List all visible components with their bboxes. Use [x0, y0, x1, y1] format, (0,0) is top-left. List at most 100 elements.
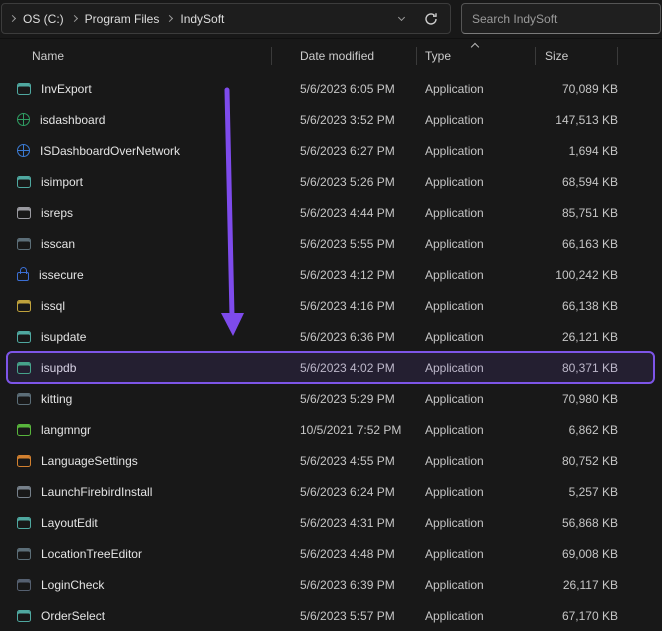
file-date-modified: 5/6/2023 5:55 PM	[272, 237, 417, 251]
file-name: LanguageSettings	[41, 454, 138, 468]
table-row[interactable]: kitting5/6/2023 5:29 PMApplication70,980…	[0, 383, 662, 414]
file-type: Application	[417, 392, 536, 406]
table-row[interactable]: isdashboard5/6/2023 3:52 PMApplication14…	[0, 104, 662, 135]
file-type: Application	[417, 423, 536, 437]
application-icon	[17, 610, 31, 622]
file-name: InvExport	[41, 82, 92, 96]
file-size: 80,752 KB	[536, 454, 618, 468]
table-row[interactable]: InvExport5/6/2023 6:05 PMApplication70,0…	[0, 73, 662, 104]
lock-icon	[17, 272, 29, 281]
file-size: 80,371 KB	[536, 361, 618, 375]
file-name-cell: isupdb	[0, 361, 272, 375]
file-name: isimport	[41, 175, 83, 189]
file-name-cell: issecure	[0, 267, 272, 282]
breadcrumb-item-drive[interactable]: OS (C:)	[23, 12, 64, 26]
file-name-cell: LanguageSettings	[0, 454, 272, 468]
application-icon	[17, 486, 31, 498]
file-type: Application	[417, 330, 536, 344]
file-size: 56,868 KB	[536, 516, 618, 530]
chevron-down-icon[interactable]	[398, 13, 405, 20]
breadcrumb-item-indysoft[interactable]: IndySoft	[180, 12, 224, 26]
table-row[interactable]: LoginCheck5/6/2023 6:39 PMApplication26,…	[0, 569, 662, 600]
file-date-modified: 5/6/2023 4:44 PM	[272, 206, 417, 220]
table-row[interactable]: LanguageSettings5/6/2023 4:55 PMApplicat…	[0, 445, 662, 476]
column-headers: Name Date modified Type Size	[0, 39, 662, 73]
file-date-modified: 5/6/2023 4:48 PM	[272, 547, 417, 561]
file-date-modified: 5/6/2023 3:52 PM	[272, 113, 417, 127]
file-size: 100,242 KB	[536, 268, 618, 282]
file-size: 85,751 KB	[536, 206, 618, 220]
table-row[interactable]: isupdate5/6/2023 6:36 PMApplication26,12…	[0, 321, 662, 352]
file-date-modified: 5/6/2023 5:57 PM	[272, 609, 417, 623]
file-size: 1,694 KB	[536, 144, 618, 158]
column-header-size-label: Size	[545, 49, 568, 63]
column-header-size[interactable]: Size	[536, 39, 618, 73]
table-row[interactable]: isimport5/6/2023 5:26 PMApplication68,59…	[0, 166, 662, 197]
file-name-cell: langmngr	[0, 423, 272, 437]
file-type: Application	[417, 268, 536, 282]
file-name: LoginCheck	[41, 578, 104, 592]
application-icon	[17, 331, 31, 343]
file-date-modified: 5/6/2023 6:24 PM	[272, 485, 417, 499]
table-row[interactable]: issecure5/6/2023 4:12 PMApplication100,2…	[0, 259, 662, 290]
file-date-modified: 5/6/2023 5:29 PM	[272, 392, 417, 406]
file-size: 68,594 KB	[536, 175, 618, 189]
table-row[interactable]: isreps5/6/2023 4:44 PMApplication85,751 …	[0, 197, 662, 228]
table-row[interactable]: LayoutEdit 5/6/2023 4:31 PMApplication56,…	[0, 507, 662, 538]
table-row[interactable]: LaunchFirebirdInstall5/6/2023 6:24 PMApp…	[0, 476, 662, 507]
column-header-date-modified[interactable]: Date modified	[272, 39, 417, 73]
file-name: issql	[41, 299, 65, 313]
file-name: LayoutEdit	[41, 516, 98, 530]
table-row[interactable]: ISDashboardOverNetwork5/6/2023 6:27 PMAp…	[0, 135, 662, 166]
table-row[interactable]: LocationTreeEditor5/6/2023 4:48 PMApplic…	[0, 538, 662, 569]
breadcrumb-item-program-files[interactable]: Program Files	[85, 12, 160, 26]
file-size: 66,138 KB	[536, 299, 618, 313]
file-date-modified: 5/6/2023 6:27 PM	[272, 144, 417, 158]
application-icon	[17, 393, 31, 405]
table-row[interactable]: langmngr10/5/2021 7:52 PMApplication6,86…	[0, 414, 662, 445]
table-row[interactable]: OrderSelect5/6/2023 5:57 PMApplication67…	[0, 600, 662, 631]
file-name-cell: LoginCheck	[0, 578, 272, 592]
globe-icon	[17, 144, 30, 157]
file-date-modified: 5/6/2023 6:36 PM	[272, 330, 417, 344]
file-name: isscan	[41, 237, 75, 251]
file-date-modified: 5/6/2023 4:31 PM	[272, 516, 417, 530]
table-row[interactable]: issql5/6/2023 4:16 PMApplication66,138 K…	[0, 290, 662, 321]
search-box[interactable]	[461, 3, 661, 34]
application-icon	[17, 424, 31, 436]
address-bar[interactable]: OS (C:) Program Files IndySoft	[1, 3, 451, 34]
file-date-modified: 5/6/2023 4:02 PM	[272, 361, 417, 375]
file-name-cell: OrderSelect	[0, 609, 272, 623]
file-type: Application	[417, 361, 536, 375]
application-icon	[17, 176, 31, 188]
file-name: issecure	[39, 268, 84, 282]
column-header-type-label: Type	[425, 49, 451, 63]
column-header-date-label: Date modified	[300, 49, 374, 63]
application-icon	[17, 579, 31, 591]
file-name: isdashboard	[40, 113, 105, 127]
application-icon	[17, 300, 31, 312]
file-name: isreps	[41, 206, 73, 220]
file-name-cell: isreps	[0, 206, 272, 220]
file-size: 70,089 KB	[536, 82, 618, 96]
chevron-right-icon	[71, 15, 78, 22]
column-header-name-label: Name	[32, 49, 64, 63]
file-name: LaunchFirebirdInstall	[41, 485, 152, 499]
search-input[interactable]	[462, 12, 660, 26]
table-row[interactable]: isupdb5/6/2023 4:02 PMApplication80,371 …	[0, 352, 662, 383]
column-header-name[interactable]: Name	[0, 39, 272, 73]
file-name-cell: LayoutEdit	[0, 516, 272, 530]
chevron-right-icon[interactable]	[9, 15, 16, 22]
table-row[interactable]: isscan5/6/2023 5:55 PMApplication66,163 …	[0, 228, 662, 259]
file-type: Application	[417, 578, 536, 592]
file-name-cell: ISDashboardOverNetwork	[0, 144, 272, 158]
application-icon	[17, 455, 31, 467]
refresh-button[interactable]	[422, 10, 440, 28]
file-type: Application	[417, 516, 536, 530]
application-icon	[17, 207, 31, 219]
file-date-modified: 5/6/2023 4:16 PM	[272, 299, 417, 313]
file-size: 5,257 KB	[536, 485, 618, 499]
file-size: 66,163 KB	[536, 237, 618, 251]
file-type: Application	[417, 609, 536, 623]
file-size: 67,170 KB	[536, 609, 618, 623]
